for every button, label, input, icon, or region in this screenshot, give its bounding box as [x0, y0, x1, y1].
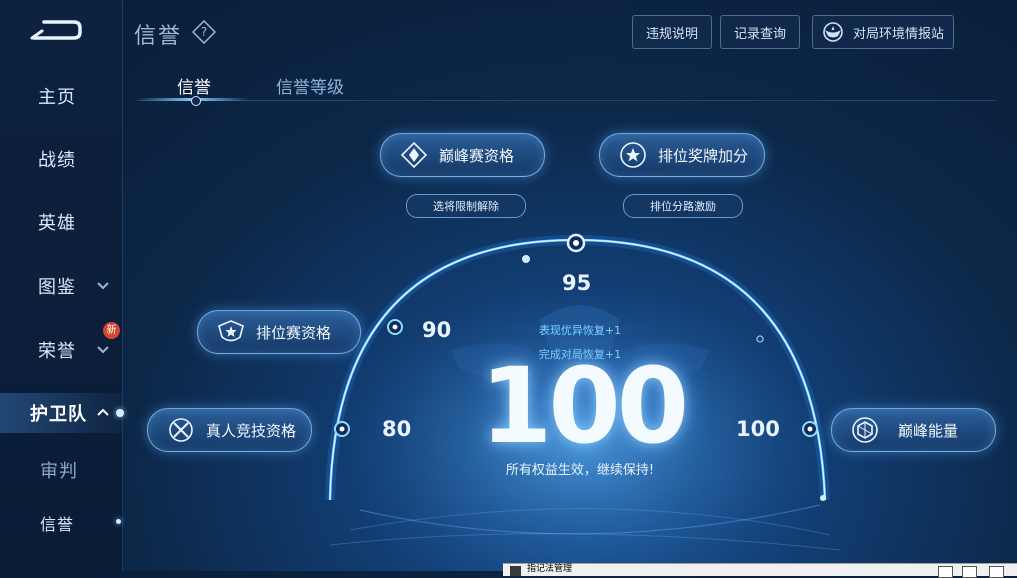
peak-diamond-icon: [400, 141, 428, 169]
credit-score: 100: [480, 345, 689, 467]
maximize-button[interactable]: [962, 566, 977, 578]
peak-energy-label: 巅峰能量: [898, 421, 959, 440]
ranked-medal-bonus-pill[interactable]: 排位奖牌加分: [599, 133, 765, 177]
ranked-medal-bonus-label: 排位奖牌加分: [658, 146, 749, 165]
star-medal-icon: [620, 142, 646, 168]
close-button[interactable]: [989, 566, 1004, 578]
peak-qualification-label: 巅峰赛资格: [439, 146, 515, 165]
crossed-swords-icon: [169, 418, 193, 442]
real-player-qualification-label: 真人竞技资格: [206, 421, 297, 440]
overlapping-window-titlebar[interactable]: 指记法管理: [503, 563, 1017, 578]
performance-recovery-text: 表现优异恢复+1: [538, 324, 622, 337]
real-player-qualification-pill[interactable]: 真人竞技资格: [147, 408, 312, 452]
hero-restriction-lift-pill[interactable]: 选将限制解除: [406, 194, 526, 218]
threshold-90-label: 90: [422, 318, 452, 342]
window-title: 指记法管理: [527, 564, 573, 574]
ranked-qualification-label: 排位赛资格: [256, 323, 332, 342]
window-app-icon: [510, 566, 521, 576]
winged-shield-icon: [218, 320, 244, 342]
threshold-95-label: 95: [562, 271, 592, 295]
ranked-qualification-pill[interactable]: 排位赛资格: [197, 310, 361, 354]
score-caption: 所有权益生效，继续保持!: [505, 463, 655, 478]
minimize-button[interactable]: [938, 566, 953, 578]
threshold-100-label: 100: [736, 417, 780, 441]
credit-gauge-arc: [325, 233, 841, 571]
lane-incentive-pill[interactable]: 排位分路激励: [623, 194, 743, 218]
peak-qualification-pill[interactable]: 巅峰赛资格: [380, 133, 545, 177]
peak-energy-pill[interactable]: 巅峰能量: [831, 408, 996, 452]
threshold-80-label: 80: [382, 417, 412, 441]
energy-cube-icon: [852, 417, 878, 443]
